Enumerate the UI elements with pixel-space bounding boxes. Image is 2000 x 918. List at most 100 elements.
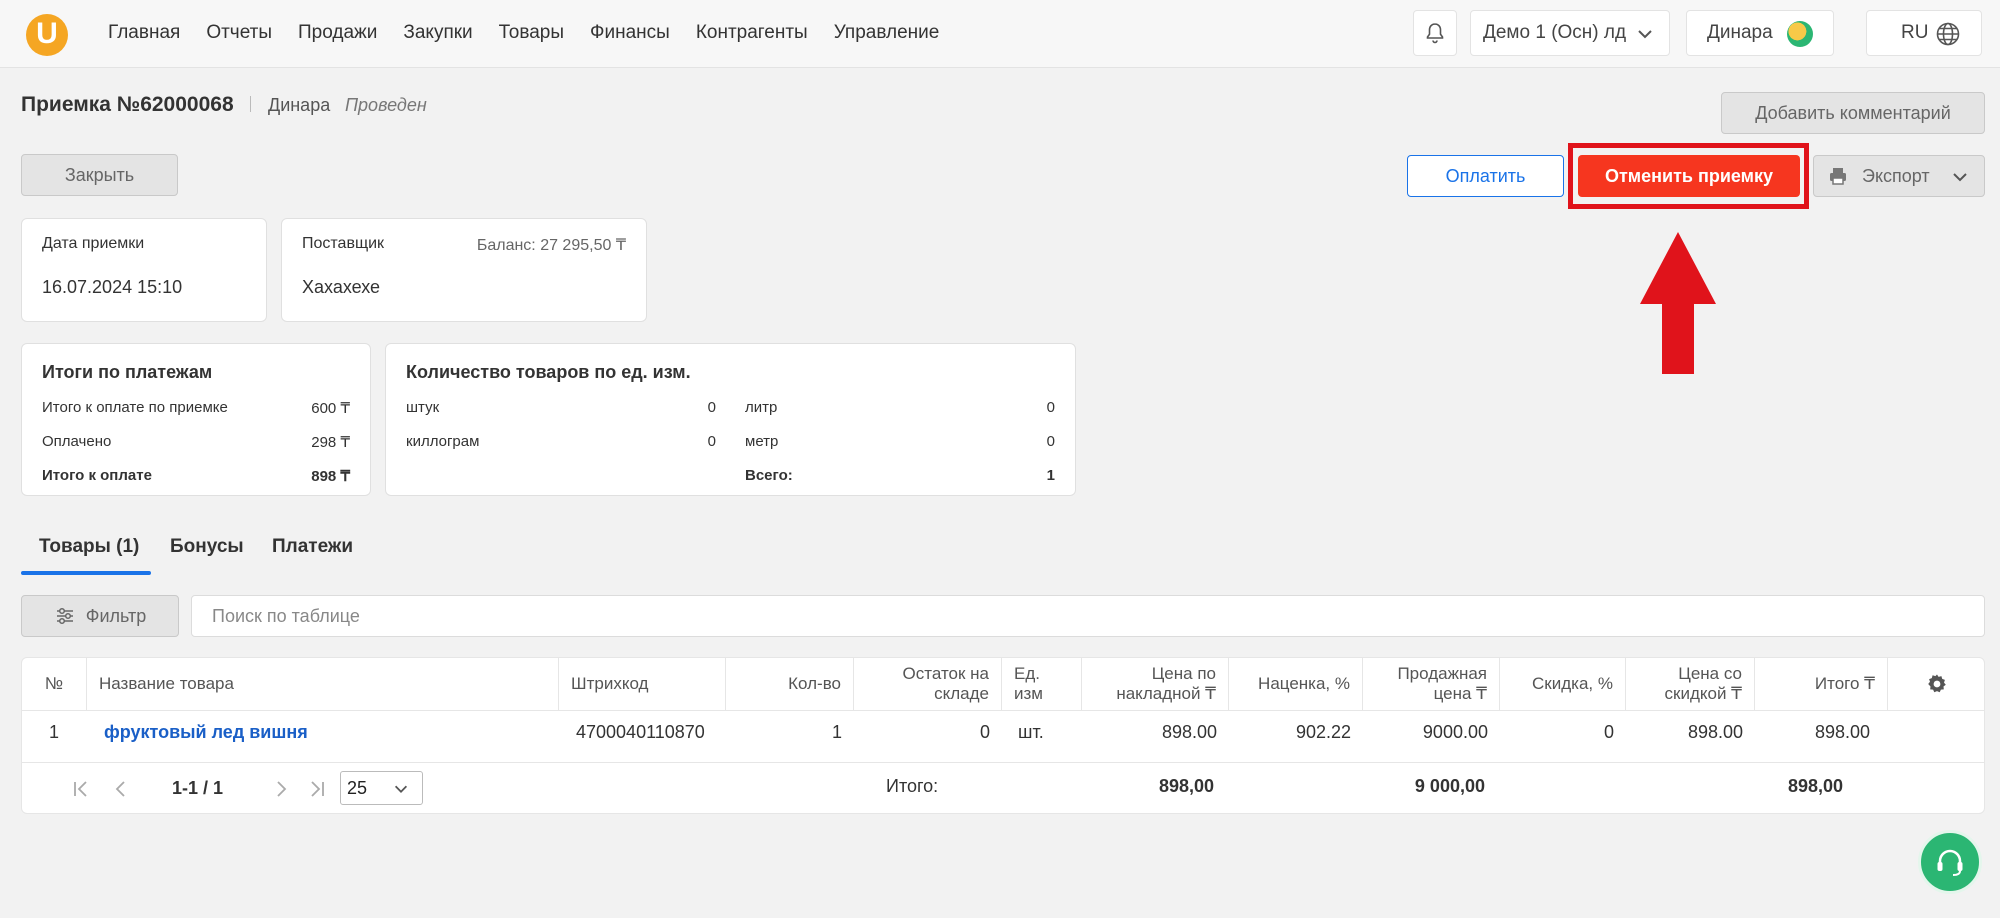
nav-item-finance[interactable]: Финансы (590, 22, 670, 44)
unit-value: 0 (1046, 399, 1055, 416)
payment-row-value: 600 ₸ (311, 400, 350, 417)
organization-label: Демо 1 (Осн) лд (1483, 22, 1627, 43)
avatar (1787, 21, 1813, 47)
column-header-unit[interactable]: Ед. изм (1002, 658, 1082, 710)
cell-discounted-price: 898.00 (1687, 722, 1743, 742)
column-header-markup[interactable]: Наценка, % (1229, 658, 1363, 710)
close-button[interactable]: Закрыть (21, 154, 178, 196)
first-page-icon[interactable] (70, 778, 92, 800)
column-header-discount[interactable]: Скидка, % (1500, 658, 1626, 710)
status-badge: Проведен (345, 95, 427, 115)
cell-unit: шт. (1018, 722, 1044, 742)
tab-bonuses[interactable]: Бонусы (170, 536, 244, 558)
tab-payments[interactable]: Платежи (272, 536, 353, 558)
supplier-card: Поставщик Баланс: 27 295,50 ₸ Хахахехе (281, 218, 647, 322)
document-author: Динара (268, 95, 331, 115)
payment-row-label: Итого к оплате (42, 467, 152, 484)
nav-item-products[interactable]: Товары (499, 22, 564, 44)
nav-item-sales[interactable]: Продажи (298, 22, 377, 44)
column-header-invoice-price[interactable]: Цена по накладной ₸ (1082, 658, 1229, 710)
column-header-number[interactable]: № (22, 658, 87, 710)
page-size-value: 25 (347, 777, 368, 798)
cancel-receipt-button[interactable]: Отменить приемку (1578, 155, 1800, 197)
last-page-icon[interactable] (306, 778, 328, 800)
cell-stock: 0 (979, 722, 990, 742)
payment-row-label: Оплачено (42, 433, 112, 450)
product-name-link[interactable]: фруктовый лед вишня (104, 722, 308, 743)
receipt-date-label: Дата приемки (42, 235, 145, 252)
user-name: Динара (1707, 22, 1773, 43)
top-bar: U Главная Отчеты Продажи Закупки Товары … (0, 0, 2000, 68)
sliders-icon (56, 607, 73, 625)
organization-select[interactable]: Демо 1 (Осн) лд (1470, 10, 1670, 56)
title-divider (250, 96, 251, 112)
unit-label: киллограм (406, 433, 480, 450)
support-chat-button[interactable] (1918, 830, 1982, 894)
payment-totals-title: Итоги по платежам (42, 362, 213, 382)
column-header-sale-price[interactable]: Продажная цена ₸ (1363, 658, 1500, 710)
globe-icon (1936, 22, 1960, 46)
table-search-input[interactable] (191, 595, 1985, 637)
payment-row-value: 298 ₸ (311, 434, 350, 451)
column-header-total[interactable]: Итого ₸ (1755, 658, 1888, 710)
nav-item-contractors[interactable]: Контрагенты (696, 22, 808, 44)
tab-products[interactable]: Товары (1) (39, 536, 139, 558)
receipt-date-value: 16.07.2024 15:10 (42, 277, 183, 297)
unit-value: 0 (1046, 433, 1055, 450)
language-label: RU (1901, 22, 1929, 43)
pay-button[interactable]: Оплатить (1407, 155, 1564, 197)
footer-sale-total: 9 000,00 (1414, 776, 1485, 796)
filter-button[interactable]: Фильтр (21, 595, 179, 637)
filter-label: Фильтр (85, 605, 147, 626)
unit-total-label: Всего: (745, 467, 793, 484)
nav-item-management[interactable]: Управление (834, 22, 940, 44)
notifications-button[interactable] (1413, 10, 1457, 56)
supplier-label: Поставщик (302, 235, 385, 252)
bell-icon (1426, 23, 1444, 44)
row-divider (22, 762, 1984, 763)
cell-total: 898.00 (1814, 722, 1870, 742)
column-settings-button[interactable] (1888, 658, 1986, 710)
nav-item-purchases[interactable]: Закупки (403, 22, 472, 44)
column-header-barcode[interactable]: Штрихкод (559, 658, 726, 710)
export-label: Экспорт (1862, 165, 1930, 186)
cell-number: 1 (49, 722, 60, 742)
prev-page-icon[interactable] (110, 778, 132, 800)
add-comment-button[interactable]: Добавить комментарий (1721, 92, 1985, 134)
footer-invoice-total: 898,00 (1158, 776, 1214, 796)
app-logo[interactable]: U (26, 14, 68, 56)
cell-barcode: 4700040110870 (576, 722, 705, 742)
column-header-discounted-price[interactable]: Цена со скидкой ₸ (1626, 658, 1755, 710)
chevron-down-icon (1953, 173, 1967, 182)
cell-sale-price: 9000.00 (1422, 722, 1488, 742)
language-select[interactable]: RU (1866, 10, 1982, 56)
receipt-date-card: Дата приемки 16.07.2024 15:10 (21, 218, 267, 322)
payment-row-value: 898 ₸ (311, 468, 350, 485)
user-menu-button[interactable]: Динара (1686, 10, 1834, 56)
page-size-select[interactable]: 25 (340, 771, 423, 805)
cell-markup: 902.22 (1295, 722, 1351, 742)
payment-row-label: Итого к оплате по приемке (42, 399, 228, 416)
column-header-quantity[interactable]: Кол-во (726, 658, 854, 710)
pagination-info: 1-1 / 1 (172, 778, 224, 798)
unit-value: 0 (707, 433, 716, 450)
nav-item-home[interactable]: Главная (108, 22, 180, 44)
cell-discount: 0 (1603, 722, 1614, 742)
chevron-down-icon (394, 785, 408, 793)
chevron-down-icon (1638, 30, 1652, 39)
nav-item-reports[interactable]: Отчеты (206, 22, 272, 44)
column-header-stock[interactable]: Остаток на складе (854, 658, 1002, 710)
next-page-icon[interactable] (270, 778, 292, 800)
cell-quantity: 1 (831, 722, 842, 742)
gear-icon (1928, 674, 1946, 693)
headset-icon (1937, 849, 1963, 876)
export-button[interactable]: Экспорт (1813, 155, 1985, 197)
cell-invoice-price: 898.00 (1161, 722, 1217, 742)
unit-total-value: 1 (1046, 467, 1055, 484)
payment-totals-card: Итоги по платежам Итого к оплате по прие… (21, 343, 371, 496)
unit-quantity-title: Количество товаров по ед. изм. (406, 362, 691, 382)
column-header-name[interactable]: Название товара (87, 658, 559, 710)
supplier-value[interactable]: Хахахехе (302, 277, 380, 298)
active-tab-indicator (21, 571, 151, 575)
footer-grand-total: 898,00 (1787, 776, 1843, 796)
